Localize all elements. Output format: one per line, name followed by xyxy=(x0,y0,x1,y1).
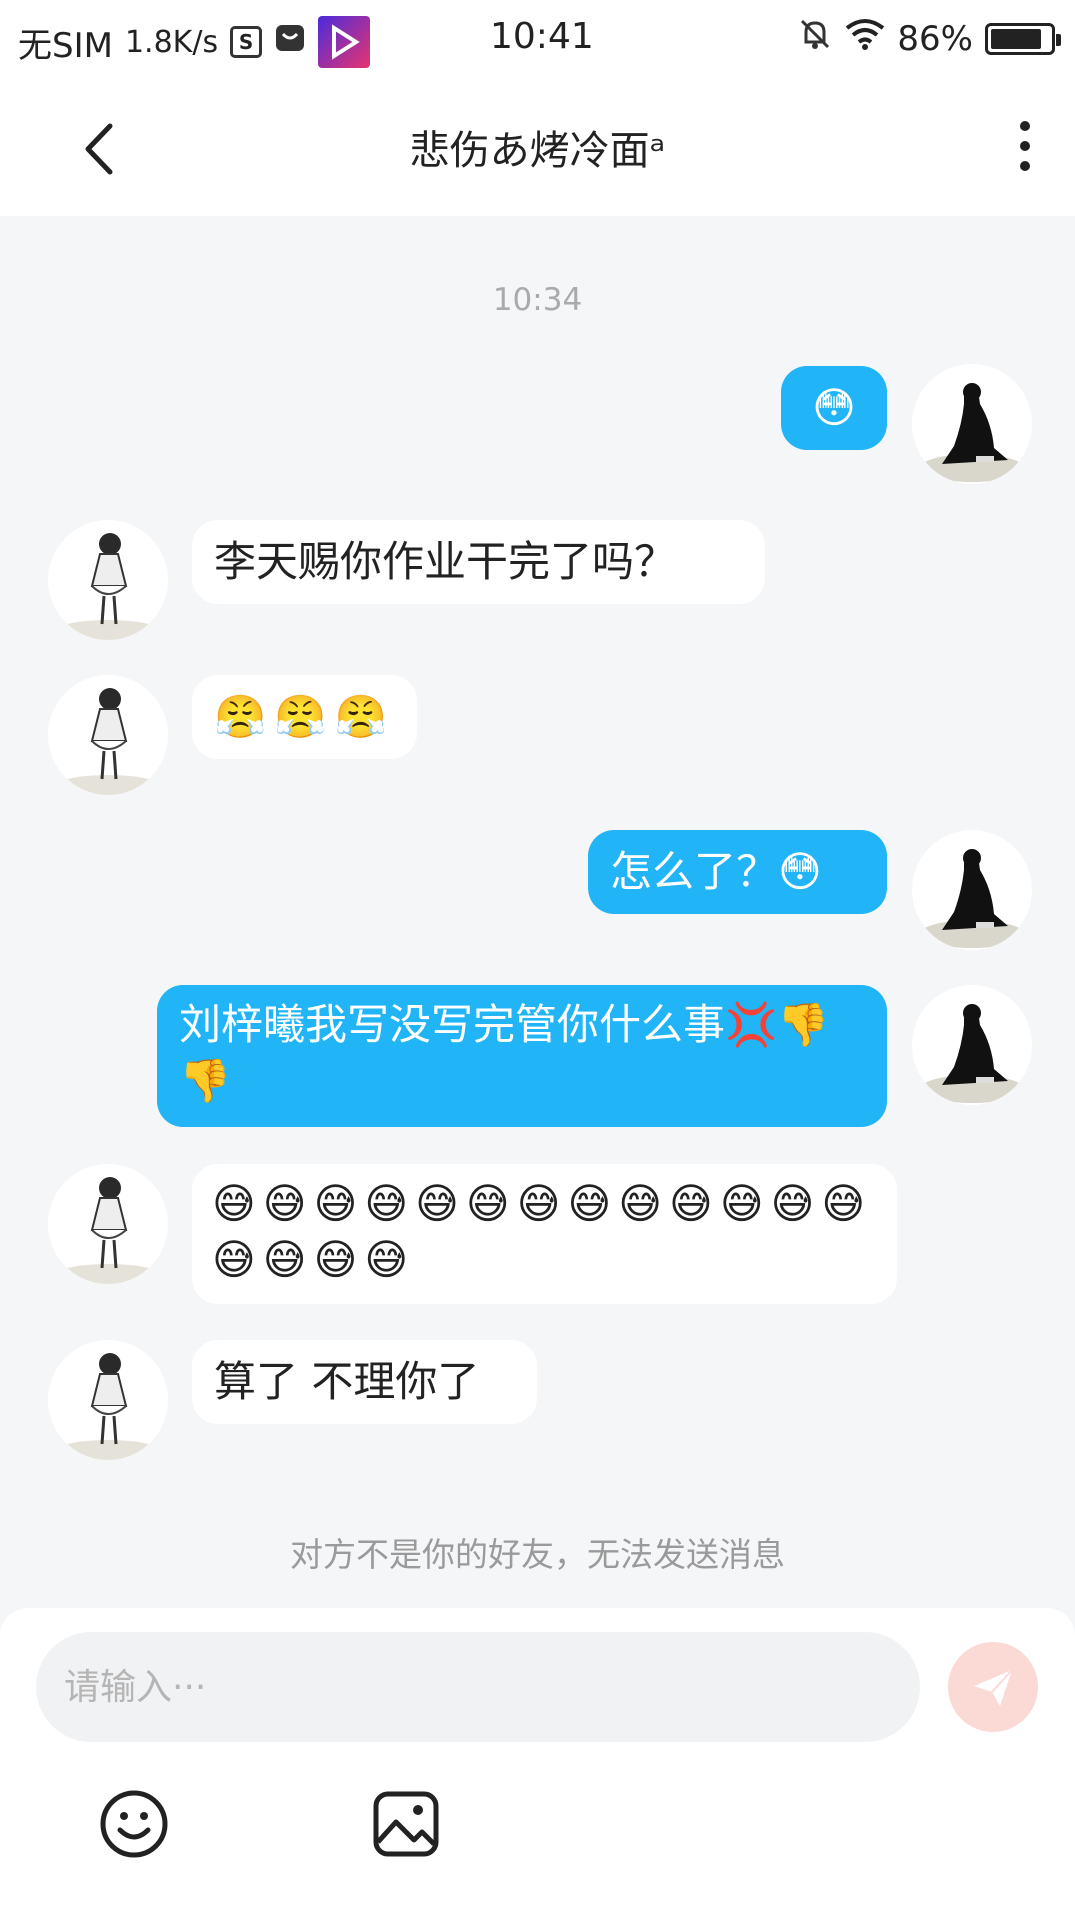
message-bubble[interactable]: 算了 不理你了 xyxy=(192,1340,537,1424)
message-input[interactable] xyxy=(36,1632,920,1742)
more-vertical-icon xyxy=(1020,121,1030,171)
message-bubble[interactable]: 刘梓曦我写没写完管你什么事💢👎👎 xyxy=(157,985,887,1127)
battery-icon xyxy=(985,22,1061,55)
message-timestamp: 10:34 xyxy=(492,282,583,318)
emoji-button[interactable] xyxy=(98,1788,170,1860)
image-icon xyxy=(373,1791,439,1857)
carrier-label: 无SIM xyxy=(18,25,113,66)
wifi-icon xyxy=(845,18,885,59)
chat-title: 悲伤あ烤冷面ᵃ xyxy=(409,128,666,174)
message-bubble[interactable]: 😤😤😤 xyxy=(192,675,417,759)
send-button[interactable] xyxy=(948,1642,1038,1732)
friend-avatar[interactable] xyxy=(48,1340,168,1460)
mute-bell-icon xyxy=(797,16,833,61)
status-time: 10:41 xyxy=(490,16,594,57)
message-notification-icon xyxy=(274,22,306,63)
input-panel xyxy=(0,1608,1075,1918)
my-avatar[interactable] xyxy=(912,830,1032,950)
my-avatar[interactable] xyxy=(912,985,1032,1105)
network-speed: 1.8K/s xyxy=(124,24,219,60)
chat-header: 悲伤あ烤冷面ᵃ xyxy=(0,78,1075,216)
cannot-send-notice: 对方不是你的好友，无法发送消息 xyxy=(290,1535,785,1574)
friend-avatar[interactable] xyxy=(48,675,168,795)
smiley-icon xyxy=(100,1790,168,1858)
app-notification-icon xyxy=(318,16,371,68)
s-badge-icon: S xyxy=(230,26,263,58)
friend-avatar[interactable] xyxy=(48,520,168,640)
message-bubble[interactable]: 😳 xyxy=(781,366,887,450)
more-options-button[interactable] xyxy=(1005,116,1045,176)
battery-percent: 86% xyxy=(897,18,973,59)
message-bubble[interactable]: 😅😅😅😅😅😅😅😅😅😅😅😅😅😅😅😅😅 xyxy=(192,1164,897,1304)
message-bubble[interactable]: 怎么了？😳 xyxy=(588,830,887,914)
image-button[interactable] xyxy=(370,1788,442,1860)
friend-avatar[interactable] xyxy=(48,1164,168,1284)
status-bar: 无SIM 1.8K/s S 10:41 86% xyxy=(0,0,1075,78)
paper-plane-icon xyxy=(974,1669,1013,1706)
message-bubble[interactable]: 李天赐你作业干完了吗？ xyxy=(192,520,765,604)
my-avatar[interactable] xyxy=(912,364,1032,484)
